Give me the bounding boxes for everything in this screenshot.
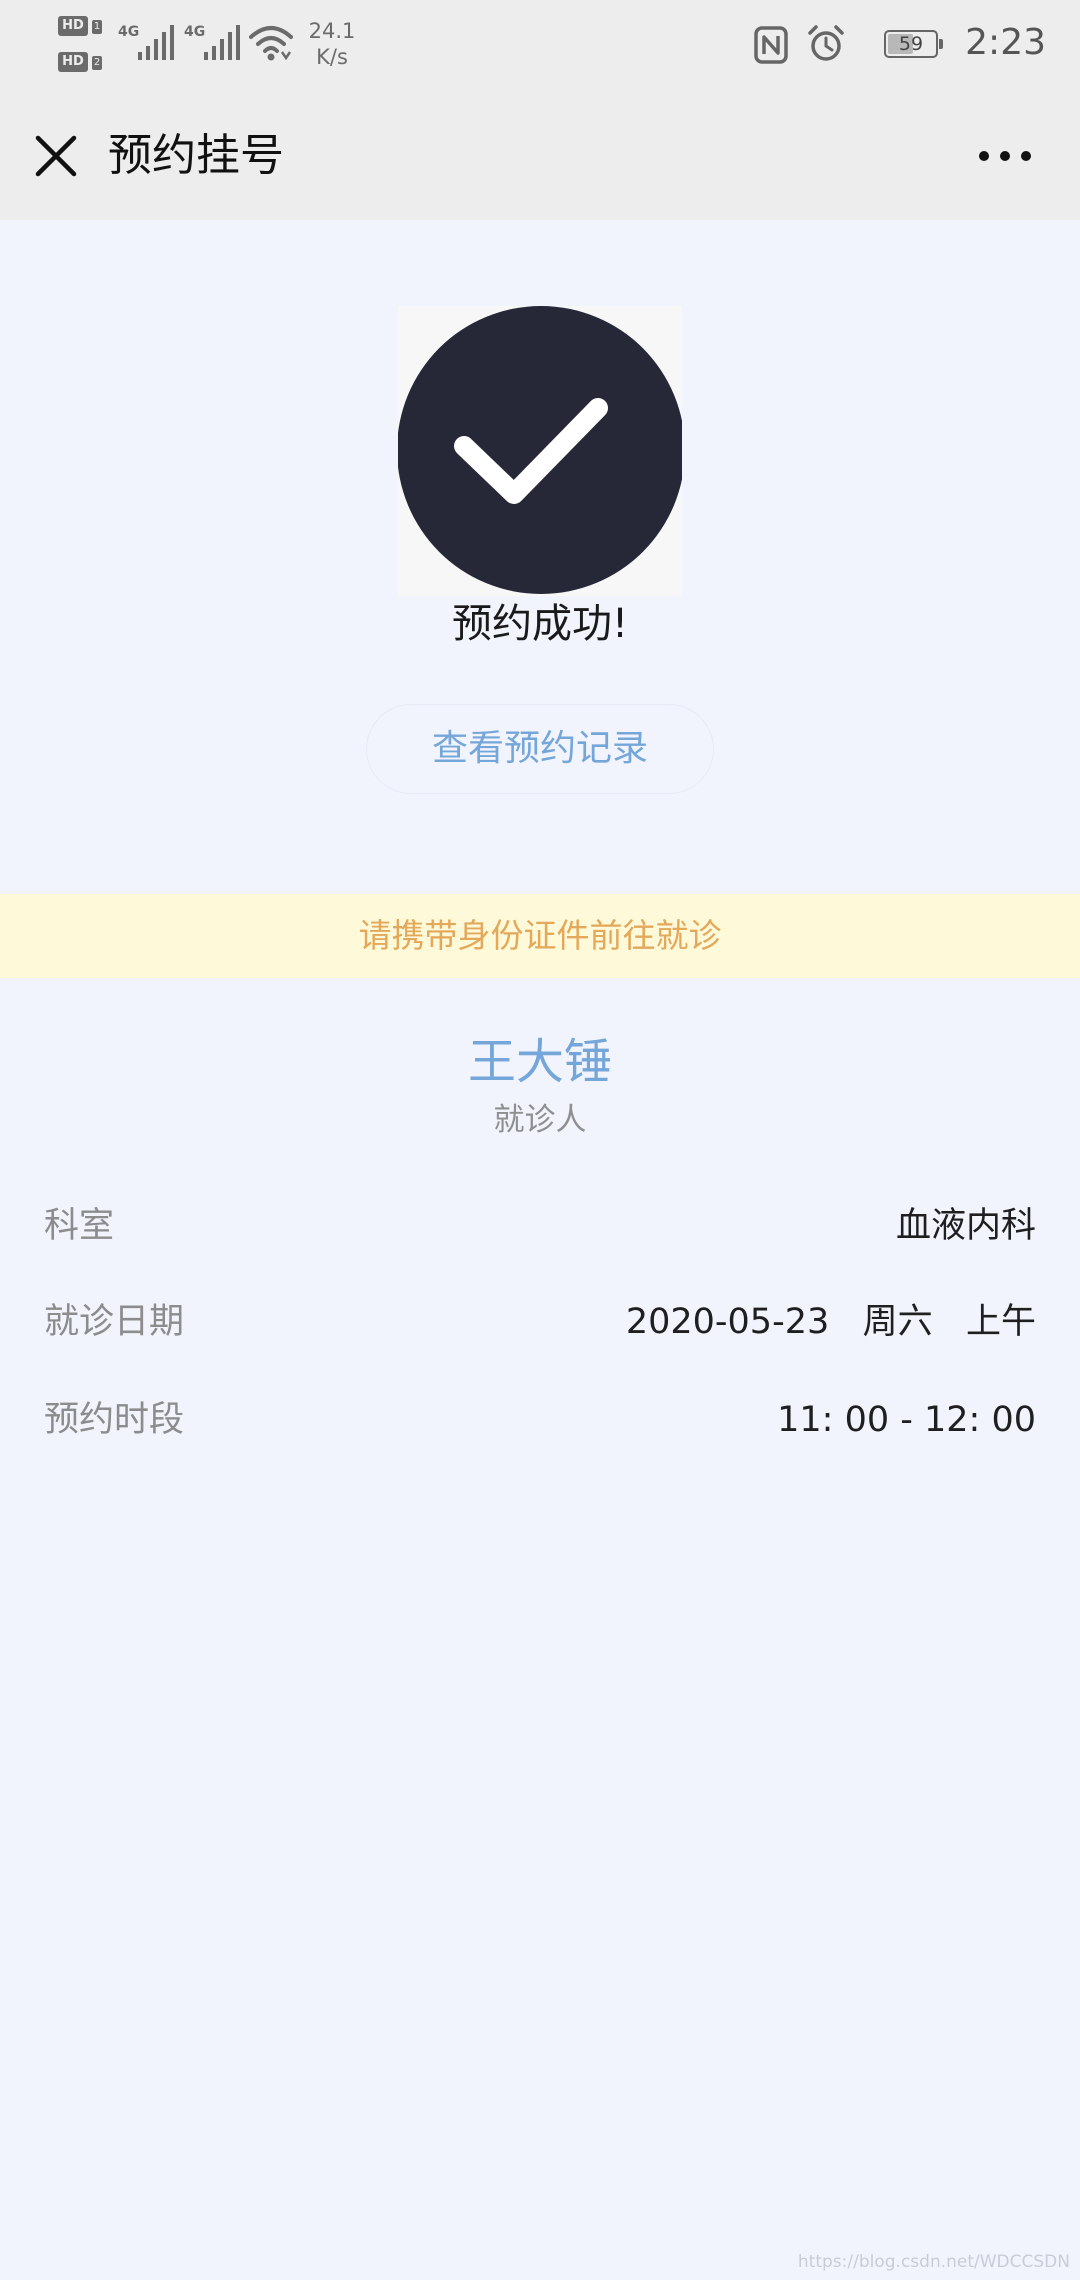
battery-icon: 59 — [884, 30, 943, 58]
nfc-icon — [754, 26, 788, 64]
alarm-icon — [808, 25, 844, 61]
watermark: https://blog.csdn.net/WDCCSDN — [797, 2252, 1070, 2272]
wifi-icon — [249, 26, 293, 61]
detail-value: 2020-05-23 周六 上午 — [625, 1302, 1036, 1342]
detail-value: 11: 00 - 12: 00 — [777, 1400, 1036, 1440]
notice-banner: 请携带身份证件前往就诊 — [0, 894, 1080, 978]
signal-bars-icon — [204, 25, 240, 60]
close-button[interactable] — [30, 130, 82, 182]
detail-label: 就诊日期 — [44, 1302, 185, 1342]
detail-label: 科室 — [44, 1206, 115, 1246]
hd-badge-1: HD — [58, 16, 88, 36]
success-title: 预约成功! — [451, 601, 629, 647]
nav-bar: 预约挂号 — [0, 92, 1080, 220]
more-icon — [979, 151, 1031, 161]
battery-level: 59 — [898, 33, 924, 55]
clock: 2:23 — [965, 22, 1046, 63]
detail-label: 预约时段 — [44, 1400, 185, 1440]
speed-unit: K/s — [316, 45, 348, 69]
view-records-button[interactable]: 查看预约记录 — [366, 704, 714, 794]
hd-indicators: HD 1 HD 2 — [58, 14, 110, 78]
more-button[interactable] — [970, 136, 1040, 176]
signal-bars-icon — [138, 25, 174, 60]
hd-index-2: 2 — [92, 56, 102, 70]
hd-index-1: 1 — [92, 20, 102, 34]
detail-row-visit-date: 就诊日期 2020-05-23 周六 上午 — [44, 1292, 1036, 1352]
detail-row-department: 科室 血液内科 — [44, 1196, 1036, 1256]
page-title: 预约挂号 — [108, 130, 284, 181]
patient-label: 就诊人 — [493, 1102, 587, 1138]
speed-value: 24.1 — [308, 19, 356, 43]
check-circle-icon — [397, 306, 685, 594]
hd-badge-2: HD — [58, 52, 88, 72]
success-icon-container — [397, 306, 685, 596]
detail-row-time-slot: 预约时段 11: 00 - 12: 00 — [44, 1390, 1036, 1450]
close-icon — [35, 135, 77, 177]
network-speed: 24.1 K/s — [302, 18, 362, 70]
patient-name: 王大锤 — [467, 1034, 612, 1090]
detail-value: 血液内科 — [895, 1206, 1036, 1246]
status-bar: HD 1 HD 2 4G 4G 24.1 K/s 59 2:23 — [0, 0, 1080, 92]
